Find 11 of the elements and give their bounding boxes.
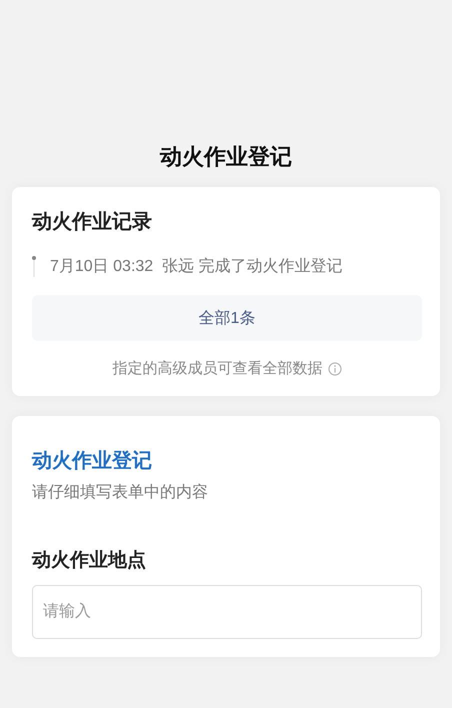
form-subtitle: 请仔细填写表单中的内容 [32, 482, 209, 503]
timeline-dot-icon [32, 255, 36, 277]
info-icon[interactable] [328, 362, 342, 376]
card-title: 动火作业记录 [32, 210, 153, 235]
page-title: 动火作业登记 [158, 143, 293, 171]
form-title: 动火作业登记 [32, 449, 153, 474]
field-label: 动火作业地点 [32, 548, 147, 573]
record-entry: 7月10日 03:32 张远 完成了动火作业登记 [50, 256, 343, 276]
input-field[interactable]: 请输入 [32, 585, 422, 639]
view-all-button[interactable]: 全部1条 [32, 295, 422, 341]
permission-note: 指定的高级成员可查看全部数据 [112, 359, 322, 378]
